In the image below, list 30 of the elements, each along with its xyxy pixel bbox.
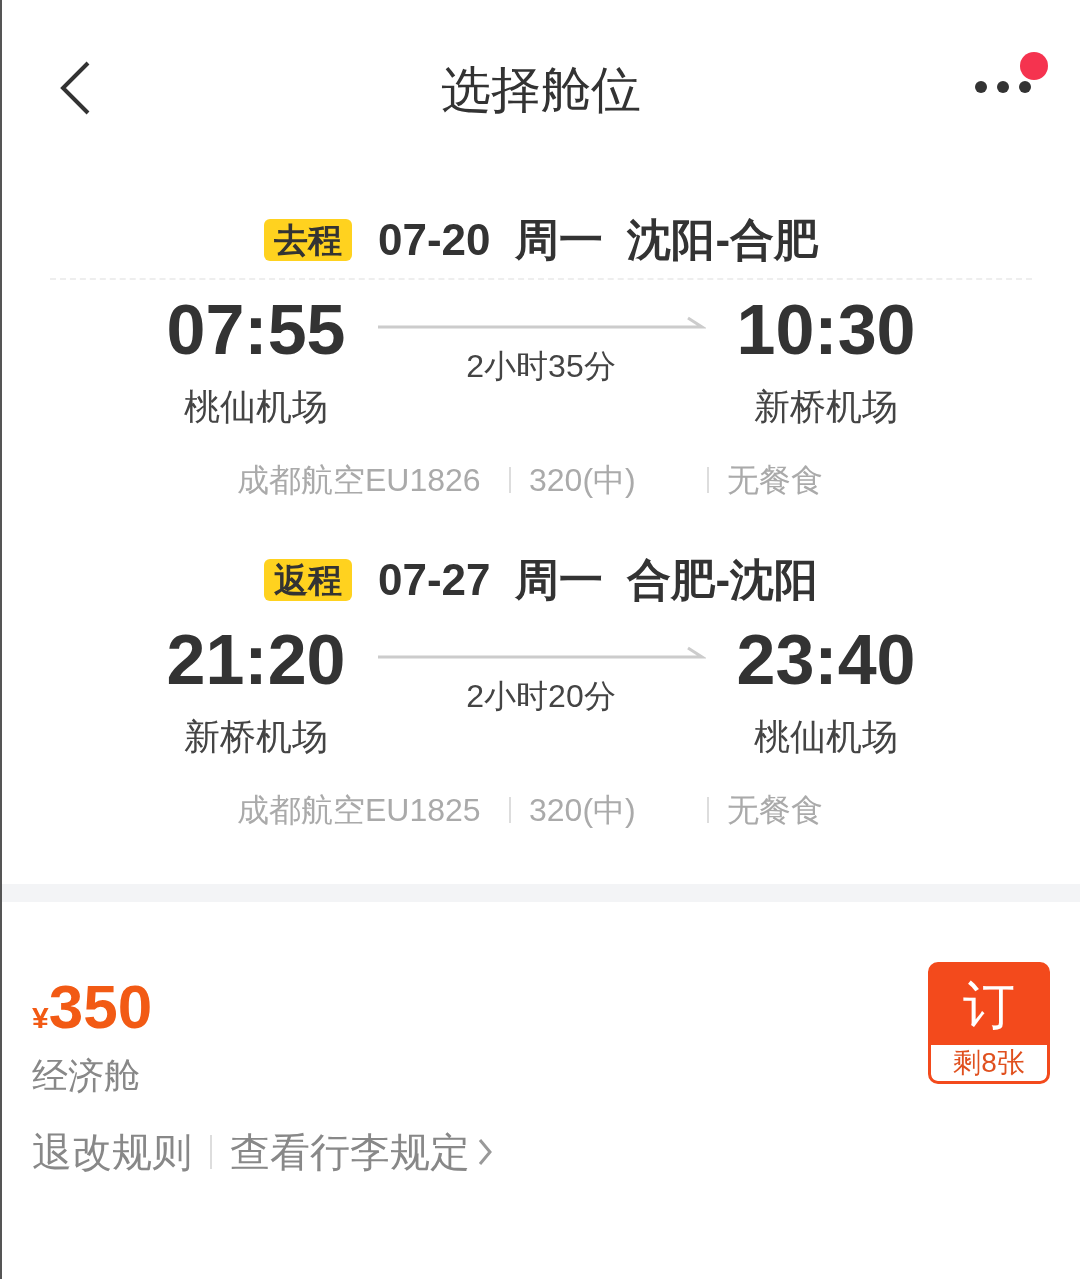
airline-flight: 成都航空EU1825: [237, 791, 482, 830]
book-button[interactable]: 订 剩8张: [928, 962, 1050, 1084]
chevron-right-icon: [478, 1138, 492, 1166]
meal-info: 无餐食: [727, 461, 823, 500]
policy-link[interactable]: 退改规则: [32, 1124, 192, 1180]
currency-symbol: ¥: [32, 1001, 49, 1036]
departure-airport: 新桥机场: [184, 715, 328, 759]
aircraft-type: 320(中): [529, 791, 637, 830]
airline-flight: 成都航空EU1826: [237, 461, 482, 500]
departure-airport: 桃仙机场: [184, 385, 328, 429]
trip-tag: 去程: [263, 219, 352, 261]
cabin-class: 经济舱: [32, 1054, 141, 1098]
back-icon[interactable]: [58, 60, 92, 116]
trip-date-route: 07-27 周一 合肥-沈阳: [377, 558, 819, 602]
arrival-time: 10:30: [736, 290, 916, 370]
flight-duration: 2小时35分: [466, 347, 616, 386]
trip-tag: 返程: [263, 559, 352, 601]
meal-info: 无餐食: [727, 791, 823, 830]
departure-time: 21:20: [166, 620, 346, 700]
arrival-airport: 桃仙机场: [754, 715, 898, 759]
flight-duration: 2小时20分: [466, 677, 616, 716]
more-icon[interactable]: [974, 80, 1032, 94]
trip-date-route: 07-20 周一 沈阳-合肥: [377, 218, 819, 262]
page-title: 选择舱位: [441, 60, 641, 120]
arrival-time: 23:40: [736, 620, 916, 700]
departure-time: 07:55: [166, 290, 346, 370]
fare-price: 350: [48, 972, 153, 1042]
arrival-airport: 新桥机场: [754, 385, 898, 429]
policy-link[interactable]: 查看行李规定: [230, 1124, 470, 1180]
aircraft-type: 320(中): [529, 461, 637, 500]
